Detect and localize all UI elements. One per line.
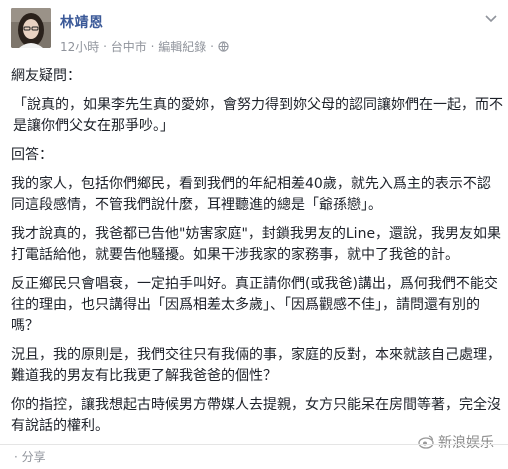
post-paragraph: 我的家人，包括你們鄉民，看到我們的年紀相差40歲，就先入爲主的表示不認同這段感情… [11,176,491,213]
meta-separator: · [103,39,107,54]
avatar-photo [11,8,51,48]
post-time[interactable]: 12小時 [60,40,99,54]
post-paragraph: 反正鄉民只會唱衰，一定拍手叫好。真正請你們(或我爸)講出，爲何我們不能交往的理由… [11,276,498,334]
post-paragraph: 「說真的，如果李先生真的愛妳，會努力得到妳父母的認同讓妳們在一起，而不是讓你們父… [13,97,503,134]
post-body: 網友疑問： 「說真的，如果李先生真的愛妳，會努力得到妳父母的認同讓妳們在一起，而… [11,66,503,445]
share-action[interactable]: · 分享 [14,448,46,465]
post-paragraph: 你的指控，讓我想起古時候男方帶媒人去提親，女方只能呆在房間等著，完全沒有說話的權… [11,397,501,434]
globe-icon[interactable] [218,40,229,54]
author-name[interactable]: 林靖恩 [60,12,104,32]
post-paragraph: 況且，我的原則是，我們交往只有我倆的事，家庭的反對，本來就該自己處理，難道我的男… [11,347,501,384]
chevron-down-icon[interactable] [484,10,498,23]
post-location[interactable]: 台中市 [111,40,147,54]
share-link[interactable]: 分享 [22,450,46,464]
meta-separator: · [150,39,155,54]
post-footer: · 分享 [0,444,508,469]
footer-separator: · [14,450,18,464]
facebook-post: 林靖恩 12小時 · 台中市 · 編輯紀錄 · 網友疑問： 「說真的，如果李先生… [0,0,508,468]
post-meta: 12小時 · 台中市 · 編輯紀錄 · [60,38,229,55]
edit-history-link[interactable]: 編輯紀錄 [158,40,206,54]
post-paragraph: 網友疑問： [11,68,81,84]
meta-separator: · [210,39,214,54]
post-paragraph: 回答： [11,147,53,163]
avatar[interactable] [11,8,51,48]
post-paragraph: 我才說真的，我爸都已告他"妨害家庭"，封鎖我男友的Line，還說，我男友如果打電… [11,226,502,263]
